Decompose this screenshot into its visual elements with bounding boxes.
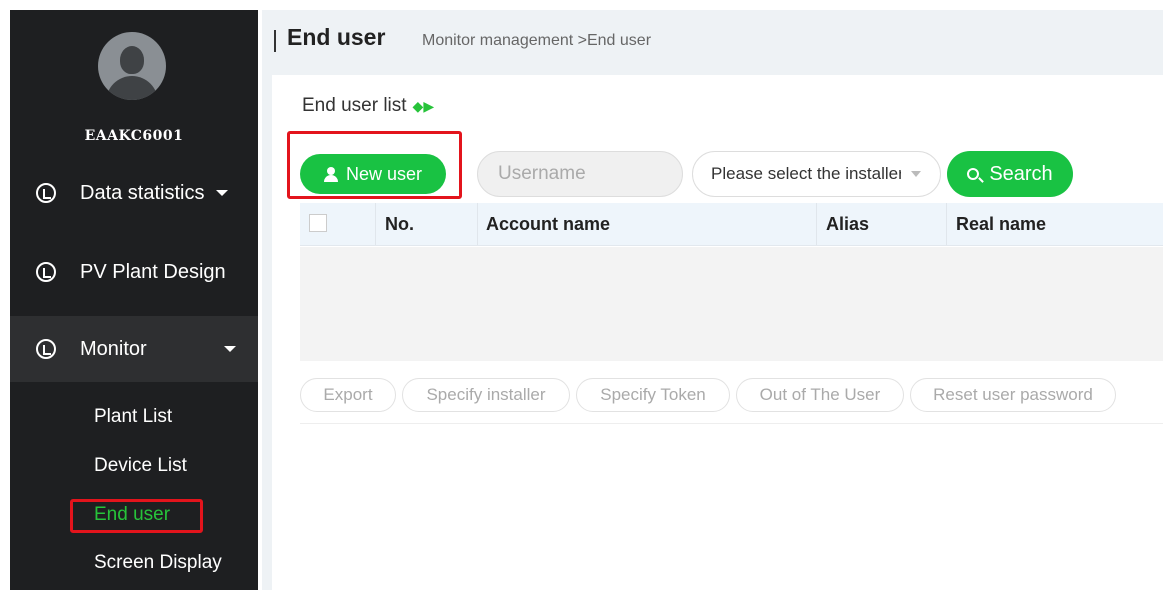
highlight-box-end-user — [70, 499, 203, 533]
chevron-down-icon — [216, 190, 229, 196]
nav-pv-plant-design[interactable]: PV Plant Design — [10, 239, 258, 305]
search-label: Search — [989, 162, 1053, 185]
chart-icon — [36, 183, 56, 203]
column-header-alias[interactable]: Alias — [826, 214, 869, 235]
list-title: End user list ◆▶ — [302, 95, 434, 117]
main-content: End user Monitor management >End user En… — [262, 10, 1163, 590]
sidebar-item-screen-display[interactable]: Screen Display — [94, 552, 222, 574]
nav-monitor[interactable]: Monitor — [10, 316, 258, 382]
highlight-box-new-user — [287, 131, 462, 199]
chevron-down-icon — [911, 171, 921, 177]
specify-installer-button[interactable]: Specify installer — [402, 378, 570, 412]
sidebar-item-device-list[interactable]: Device List — [94, 455, 187, 477]
nav-data-statistics-label: Data statistics — [80, 181, 205, 204]
title-divider — [274, 30, 276, 52]
username-input[interactable] — [477, 151, 683, 197]
nav-data-statistics[interactable]: Data statistics — [10, 160, 258, 226]
sidebar-item-plant-list[interactable]: Plant List — [94, 406, 172, 428]
page-title: End user — [287, 24, 386, 50]
column-header-no[interactable]: No. — [385, 214, 414, 235]
content-panel: End user list◆▶ New user Please select t… — [272, 75, 1163, 590]
table-body — [300, 247, 1163, 361]
avatar[interactable] — [98, 32, 166, 100]
monitor-icon — [36, 339, 56, 359]
installer-select[interactable]: Please select the installer — [692, 151, 941, 197]
column-header-account-name[interactable]: Account name — [486, 214, 610, 235]
chevron-down-icon — [224, 346, 236, 352]
search-icon — [967, 168, 980, 180]
action-row: Export Specify installer Specify Token O… — [300, 367, 1163, 424]
reset-user-password-button[interactable]: Reset user password — [910, 378, 1116, 412]
sidebar: EAAKC6001 Data statistics PV Plant Desig… — [10, 10, 258, 590]
list-title-text: End user list — [302, 95, 407, 116]
nav-pv-plant-design-label: PV Plant Design — [80, 260, 226, 283]
username-label: EAAKC6001 — [84, 128, 184, 144]
installer-select-value: Please select the installer — [711, 164, 901, 183]
out-of-the-user-button[interactable]: Out of The User — [736, 378, 904, 412]
title-bar: End user Monitor management >End user — [262, 10, 1163, 70]
select-all-checkbox[interactable] — [309, 214, 327, 232]
breadcrumb[interactable]: Monitor management >End user — [422, 32, 651, 50]
export-button[interactable]: Export — [300, 378, 396, 412]
table-header: No. Account name Alias Real name — [300, 203, 1163, 246]
arrow-icon: ◆▶ — [412, 98, 435, 114]
nav-monitor-label: Monitor — [80, 337, 147, 360]
specify-token-button[interactable]: Specify Token — [576, 378, 730, 412]
column-header-real-name[interactable]: Real name — [956, 214, 1046, 235]
lightning-icon — [36, 262, 56, 282]
search-button[interactable]: Search — [947, 151, 1073, 197]
